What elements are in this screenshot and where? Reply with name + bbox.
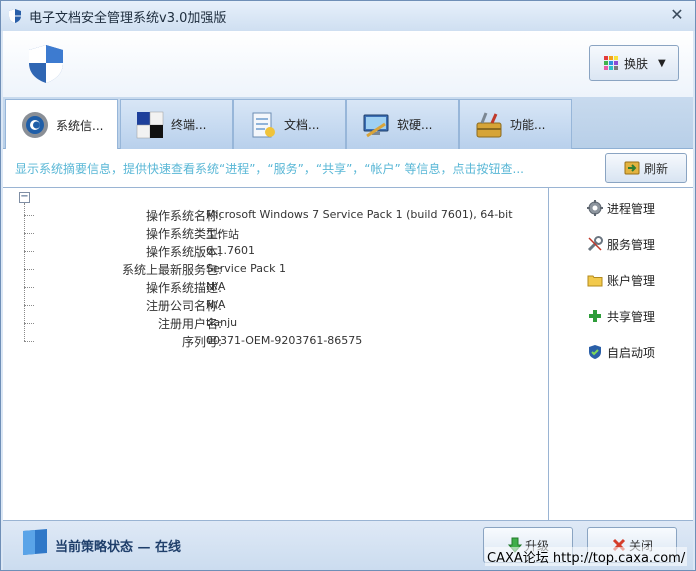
document-icon bbox=[252, 112, 275, 137]
tab-bar: 系统信... 终端... 文档... 软硬... 功能... bbox=[3, 97, 693, 150]
account-manage-button[interactable]: 账户管理 bbox=[587, 270, 655, 290]
tree-row-value: 6.1.7601 bbox=[206, 244, 255, 257]
tree-row-os-version[interactable]: 操作系统版本: 6.1.7601 bbox=[24, 242, 524, 260]
tree-row-company[interactable]: 注册公司名称: N/A bbox=[24, 296, 524, 314]
tree-row-value: Microsoft Windows 7 Service Pack 1 (buil… bbox=[206, 208, 513, 221]
terminal-icon bbox=[136, 111, 164, 138]
share-manage-button[interactable]: 共享管理 bbox=[587, 306, 655, 326]
app-window: 电子文档安全管理系统v3.0加强版 ✕ 换肤 ▼ 系统信... 终端... 文档… bbox=[0, 0, 696, 571]
tab-document[interactable]: 文档... bbox=[233, 99, 346, 149]
side-item-label: 账户管理 bbox=[607, 273, 656, 288]
main-panel: − 操作系统名称: Microsoft Windows 7 Service Pa… bbox=[3, 187, 693, 521]
tab-label: 文档... bbox=[284, 118, 320, 132]
hardware-icon bbox=[363, 114, 389, 137]
side-item-label: 自启动项 bbox=[607, 345, 656, 360]
shield-logo-icon bbox=[9, 9, 21, 23]
refresh-icon bbox=[624, 161, 640, 175]
tree-row-value: N/A bbox=[206, 298, 226, 311]
palette-icon bbox=[604, 56, 618, 70]
title-bar[interactable]: 电子文档安全管理系统v3.0加强版 ✕ bbox=[1, 1, 695, 31]
window-close-button[interactable]: ✕ bbox=[667, 5, 687, 25]
status-footer: 当前策略状态 — 在线 升级 关闭 CAXA论坛 http://top.caxa… bbox=[3, 521, 693, 570]
tree-row-os-description[interactable]: 操作系统描述: N/A bbox=[24, 278, 524, 296]
tab-label: 系统信... bbox=[56, 118, 104, 133]
app-header: 换肤 ▼ bbox=[3, 31, 693, 97]
tree-row-os-name[interactable]: 操作系统名称: Microsoft Windows 7 Service Pack… bbox=[24, 206, 524, 224]
tab-terminal[interactable]: 终端... bbox=[120, 99, 233, 149]
tree-row-value: 工作站 bbox=[206, 228, 239, 241]
skin-button[interactable]: 换肤 ▼ bbox=[589, 45, 679, 81]
process-manage-button[interactable]: 进程管理 bbox=[587, 198, 655, 218]
tree-collapse-toggle[interactable]: − bbox=[19, 192, 30, 203]
tab-hardware[interactable]: 软硬... bbox=[346, 99, 459, 149]
system-info-tree: − 操作系统名称: Microsoft Windows 7 Service Pa… bbox=[3, 188, 548, 520]
tree-row-serial[interactable]: 序列号: 00371-OEM-9203761-86575 bbox=[24, 332, 524, 350]
shield-icon bbox=[589, 345, 601, 359]
tab-label: 功能... bbox=[510, 118, 546, 132]
tab-tools[interactable]: 功能... bbox=[459, 99, 572, 149]
forum-watermark: CAXA论坛 http://top.caxa.com/ bbox=[485, 547, 688, 566]
app-logo-icon bbox=[29, 45, 63, 83]
info-description: 显示系统摘要信息，提供快速查看系统“进程”，“服务”，“共享”，“帐户” 等信息… bbox=[15, 162, 524, 176]
skin-button-label: 换肤 bbox=[624, 56, 649, 71]
side-item-label: 进程管理 bbox=[607, 201, 656, 216]
system-info-icon bbox=[22, 112, 48, 138]
tree-row-value: 00371-OEM-9203761-86575 bbox=[206, 334, 363, 347]
policy-status-text: 当前策略状态 — 在线 bbox=[55, 540, 182, 555]
refresh-button[interactable]: 刷新 bbox=[605, 153, 687, 183]
tab-label: 终端... bbox=[171, 118, 207, 132]
wrench-icon bbox=[587, 236, 603, 252]
chevron-down-icon: ▼ bbox=[658, 57, 666, 69]
tree-row-value: N/A bbox=[206, 280, 226, 293]
tree-row-value: Service Pack 1 bbox=[206, 262, 286, 275]
service-manage-button[interactable]: 服务管理 bbox=[587, 234, 655, 254]
side-item-label: 服务管理 bbox=[607, 237, 656, 252]
refresh-button-label: 刷新 bbox=[643, 161, 668, 176]
tree-row-os-type[interactable]: 操作系统类型: 工作站 bbox=[24, 224, 524, 242]
plus-icon bbox=[589, 310, 601, 322]
gear-icon bbox=[587, 200, 603, 216]
tree-row-value: tianju bbox=[206, 316, 238, 329]
action-sidebar: 进程管理 服务管理 账户管理 共享管理 自启动项 bbox=[549, 188, 693, 520]
window-title: 电子文档安全管理系统v3.0加强版 bbox=[29, 10, 227, 26]
status-shield-icon bbox=[23, 529, 47, 555]
tree-row-user[interactable]: 注册用户名: tianju bbox=[24, 314, 524, 332]
tab-system-info[interactable]: 系统信... bbox=[5, 99, 118, 150]
tab-label: 软硬... bbox=[397, 118, 433, 132]
info-strip: 显示系统摘要信息，提供快速查看系统“进程”，“服务”，“共享”，“帐户” 等信息… bbox=[3, 149, 693, 187]
tree-row-service-pack[interactable]: 系统上最新服务包: Service Pack 1 bbox=[24, 260, 524, 278]
autostart-manage-button[interactable]: 自启动项 bbox=[587, 342, 655, 362]
folder-icon bbox=[587, 275, 603, 287]
side-item-label: 共享管理 bbox=[607, 309, 656, 324]
tools-icon bbox=[476, 111, 502, 137]
